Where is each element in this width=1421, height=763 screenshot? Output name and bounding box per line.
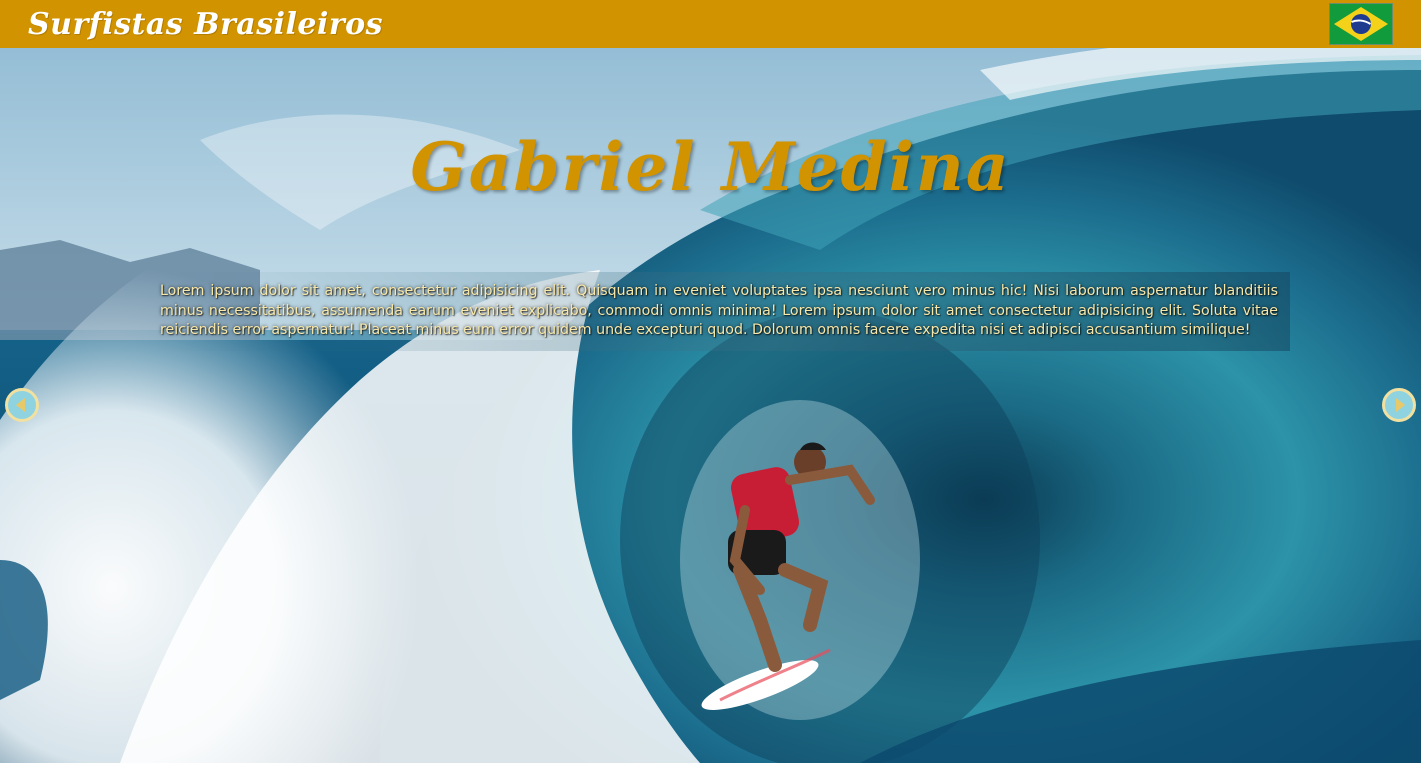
chevron-left-icon: [16, 398, 25, 412]
carousel-next-button[interactable]: [1382, 388, 1416, 422]
bio-panel: Lorem ipsum dolor sit amet, consectetur …: [150, 272, 1290, 351]
brazil-flag-graphic: [1330, 4, 1392, 44]
carousel-prev-button[interactable]: [5, 388, 39, 422]
hero-background-image: [0, 0, 1421, 763]
chevron-right-icon: [1396, 398, 1405, 412]
bio-paragraph: Lorem ipsum dolor sit amet, consectetur …: [160, 283, 1278, 338]
page: Surfistas Brasileiros Gabriel Medina Lor…: [0, 0, 1421, 763]
site-header: Surfistas Brasileiros: [0, 0, 1421, 48]
surfer-name-headline: Gabriel Medina: [410, 128, 1011, 206]
site-title[interactable]: Surfistas Brasileiros: [28, 7, 383, 42]
wave-illustration: [0, 0, 1421, 763]
brazil-flag-icon: [1329, 3, 1393, 45]
